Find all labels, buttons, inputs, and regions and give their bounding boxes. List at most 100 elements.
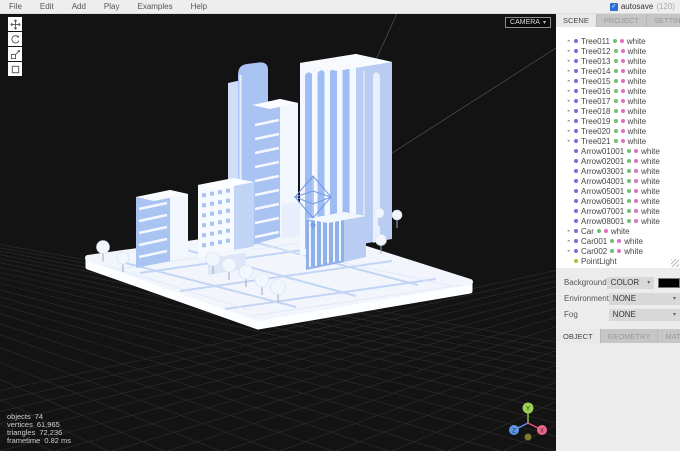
- fog-select[interactable]: NONE ▾: [608, 308, 680, 321]
- light-type-icon: [574, 259, 578, 263]
- scene-canvas[interactable]: [0, 13, 556, 451]
- object-name: Tree012: [581, 46, 611, 56]
- environment-select[interactable]: NONE ▾: [608, 292, 680, 305]
- view-helper-gizmo[interactable]: Y X Z: [506, 399, 550, 447]
- translate-tool-button[interactable]: [8, 17, 22, 31]
- material-type-icon: [617, 239, 622, 243]
- menubar: File Edit Add Play Examples Help ✓ autosave (…: [0, 0, 680, 14]
- expander-icon[interactable]: ▸: [567, 248, 571, 254]
- outliner-item-tree018[interactable]: ▸ Tree018 white: [556, 106, 680, 116]
- expander-icon[interactable]: ▸: [567, 78, 571, 84]
- geometry-type-icon: [627, 169, 632, 173]
- outliner-item-tree016[interactable]: ▸ Tree016 white: [556, 86, 680, 96]
- menu-file[interactable]: File: [0, 2, 31, 11]
- geometry-type-icon: [612, 39, 617, 43]
- menu-play[interactable]: Play: [95, 2, 129, 11]
- material-name: white: [624, 236, 643, 246]
- menu-edit[interactable]: Edit: [31, 2, 63, 11]
- autosave-checkbox[interactable]: ✓: [609, 2, 618, 11]
- tab-material[interactable]: MATERIAL: [658, 329, 680, 343]
- outliner-item-tree014[interactable]: ▸ Tree014 white: [556, 66, 680, 76]
- camera-select[interactable]: CAMERA ▾: [505, 17, 551, 28]
- outliner-item-tree012[interactable]: ▸ Tree012 white: [556, 46, 680, 56]
- outliner-item-arrow06001[interactable]: Arrow06001 white: [556, 196, 680, 206]
- sidebar-tabs: SCENEPROJECTSETTINGS: [556, 13, 680, 27]
- material-type-icon: [634, 199, 639, 203]
- expander-icon[interactable]: ▸: [567, 58, 571, 64]
- object-name: Car002: [581, 246, 608, 256]
- object-name: Tree019: [581, 116, 611, 126]
- tab-object[interactable]: OBJECT: [556, 329, 601, 343]
- axis-neg-y-dot[interactable]: [524, 433, 532, 441]
- mesh-type-icon: [574, 79, 578, 83]
- outliner-item-arrow04001[interactable]: Arrow04001 white: [556, 176, 680, 186]
- geometry-type-icon: [613, 89, 618, 93]
- material-type-icon: [617, 249, 622, 253]
- material-name: white: [627, 66, 647, 76]
- expander-icon[interactable]: ▸: [567, 48, 571, 54]
- expander-icon[interactable]: ▸: [567, 118, 571, 124]
- expander-icon[interactable]: ▸: [567, 38, 571, 44]
- tab-geometry[interactable]: GEOMETRY: [601, 329, 659, 343]
- expander-icon[interactable]: ▸: [567, 108, 571, 114]
- outliner-item-arrow01001[interactable]: Arrow01001 white: [556, 146, 680, 156]
- axis-x-label: X: [540, 428, 544, 434]
- prop-label: Environment: [564, 294, 609, 303]
- expander-icon[interactable]: ▸: [567, 138, 571, 144]
- chevron-down-icon: ▾: [672, 296, 676, 302]
- geometry-type-icon: [627, 199, 632, 203]
- prop-label: Background: [564, 278, 607, 287]
- chevron-down-icon: ▾: [542, 20, 546, 26]
- outliner-item-arrow08001[interactable]: Arrow08001 white: [556, 216, 680, 226]
- outliner-item-tree020[interactable]: ▸ Tree020 white: [556, 126, 680, 136]
- expander-icon[interactable]: ▸: [567, 88, 571, 94]
- mesh-type-icon: [574, 129, 578, 133]
- axis-y-label: Y: [526, 407, 530, 413]
- rotate-tool-button[interactable]: [8, 32, 22, 46]
- outliner-item-tree021[interactable]: ▸ Tree021 white: [556, 136, 680, 146]
- geometry-type-icon: [613, 49, 618, 53]
- outliner-item-pointlight[interactable]: PointLight: [556, 256, 680, 266]
- local-space-toggle[interactable]: [8, 62, 22, 76]
- expander-icon[interactable]: ▸: [567, 128, 571, 134]
- tab-settings[interactable]: SETTINGS: [647, 13, 680, 27]
- mesh-type-icon: [574, 239, 578, 243]
- tab-project[interactable]: PROJECT: [597, 13, 647, 27]
- scale-tool-button[interactable]: [8, 47, 22, 61]
- outliner-item-tree017[interactable]: ▸ Tree017 white: [556, 96, 680, 106]
- expander-icon[interactable]: ▸: [567, 228, 571, 234]
- material-type-icon: [634, 149, 639, 153]
- material-name: white: [641, 146, 660, 156]
- prop-row-fog: Fog NONE ▾: [564, 308, 680, 321]
- expander-icon[interactable]: ▸: [567, 98, 571, 104]
- outliner-item-car[interactable]: ▸ Car white: [556, 226, 680, 236]
- tab-scene[interactable]: SCENE: [556, 13, 597, 27]
- outliner-item-car002[interactable]: ▸ Car002 white: [556, 246, 680, 256]
- outliner-item-tree013[interactable]: ▸ Tree013 white: [556, 56, 680, 66]
- outliner-item-tree019[interactable]: ▸ Tree019 white: [556, 116, 680, 126]
- outliner-item-arrow02001[interactable]: Arrow02001 white: [556, 156, 680, 166]
- menu-help[interactable]: Help: [182, 2, 216, 11]
- prop-label: Fog: [564, 310, 578, 319]
- outliner-item-tree011[interactable]: ▸ Tree011 white: [556, 36, 680, 46]
- outliner-item-arrow05001[interactable]: Arrow05001 white: [556, 186, 680, 196]
- mesh-type-icon: [574, 139, 578, 143]
- geometry-type-icon: [613, 79, 618, 83]
- background-color-swatch[interactable]: [658, 277, 680, 288]
- material-name: white: [627, 86, 647, 96]
- outliner-item-arrow03001[interactable]: Arrow03001 white: [556, 166, 680, 176]
- outliner-resize-handle[interactable]: [671, 259, 679, 267]
- outliner-item-tree015[interactable]: ▸ Tree015 white: [556, 76, 680, 86]
- menu-examples[interactable]: Examples: [128, 2, 181, 11]
- outliner-item-arrow07001[interactable]: Arrow07001 white: [556, 206, 680, 216]
- expander-icon[interactable]: ▸: [567, 238, 571, 244]
- viewport[interactable]: CAMERA ▾ objects 74 vertices 61,965 triangle…: [0, 13, 556, 451]
- object-name: Arrow05001: [581, 186, 625, 196]
- chevron-down-icon: ▾: [647, 280, 651, 286]
- threejs-editor: File Edit Add Play Examples Help ✓ autosave (…: [0, 0, 680, 451]
- outliner-item-car001[interactable]: ▸ Car001 white: [556, 236, 680, 246]
- expander-icon[interactable]: ▸: [567, 68, 571, 74]
- menu-add[interactable]: Add: [63, 2, 95, 11]
- background-select[interactable]: COLOR ▾: [606, 276, 655, 289]
- geometry-type-icon: [627, 219, 632, 223]
